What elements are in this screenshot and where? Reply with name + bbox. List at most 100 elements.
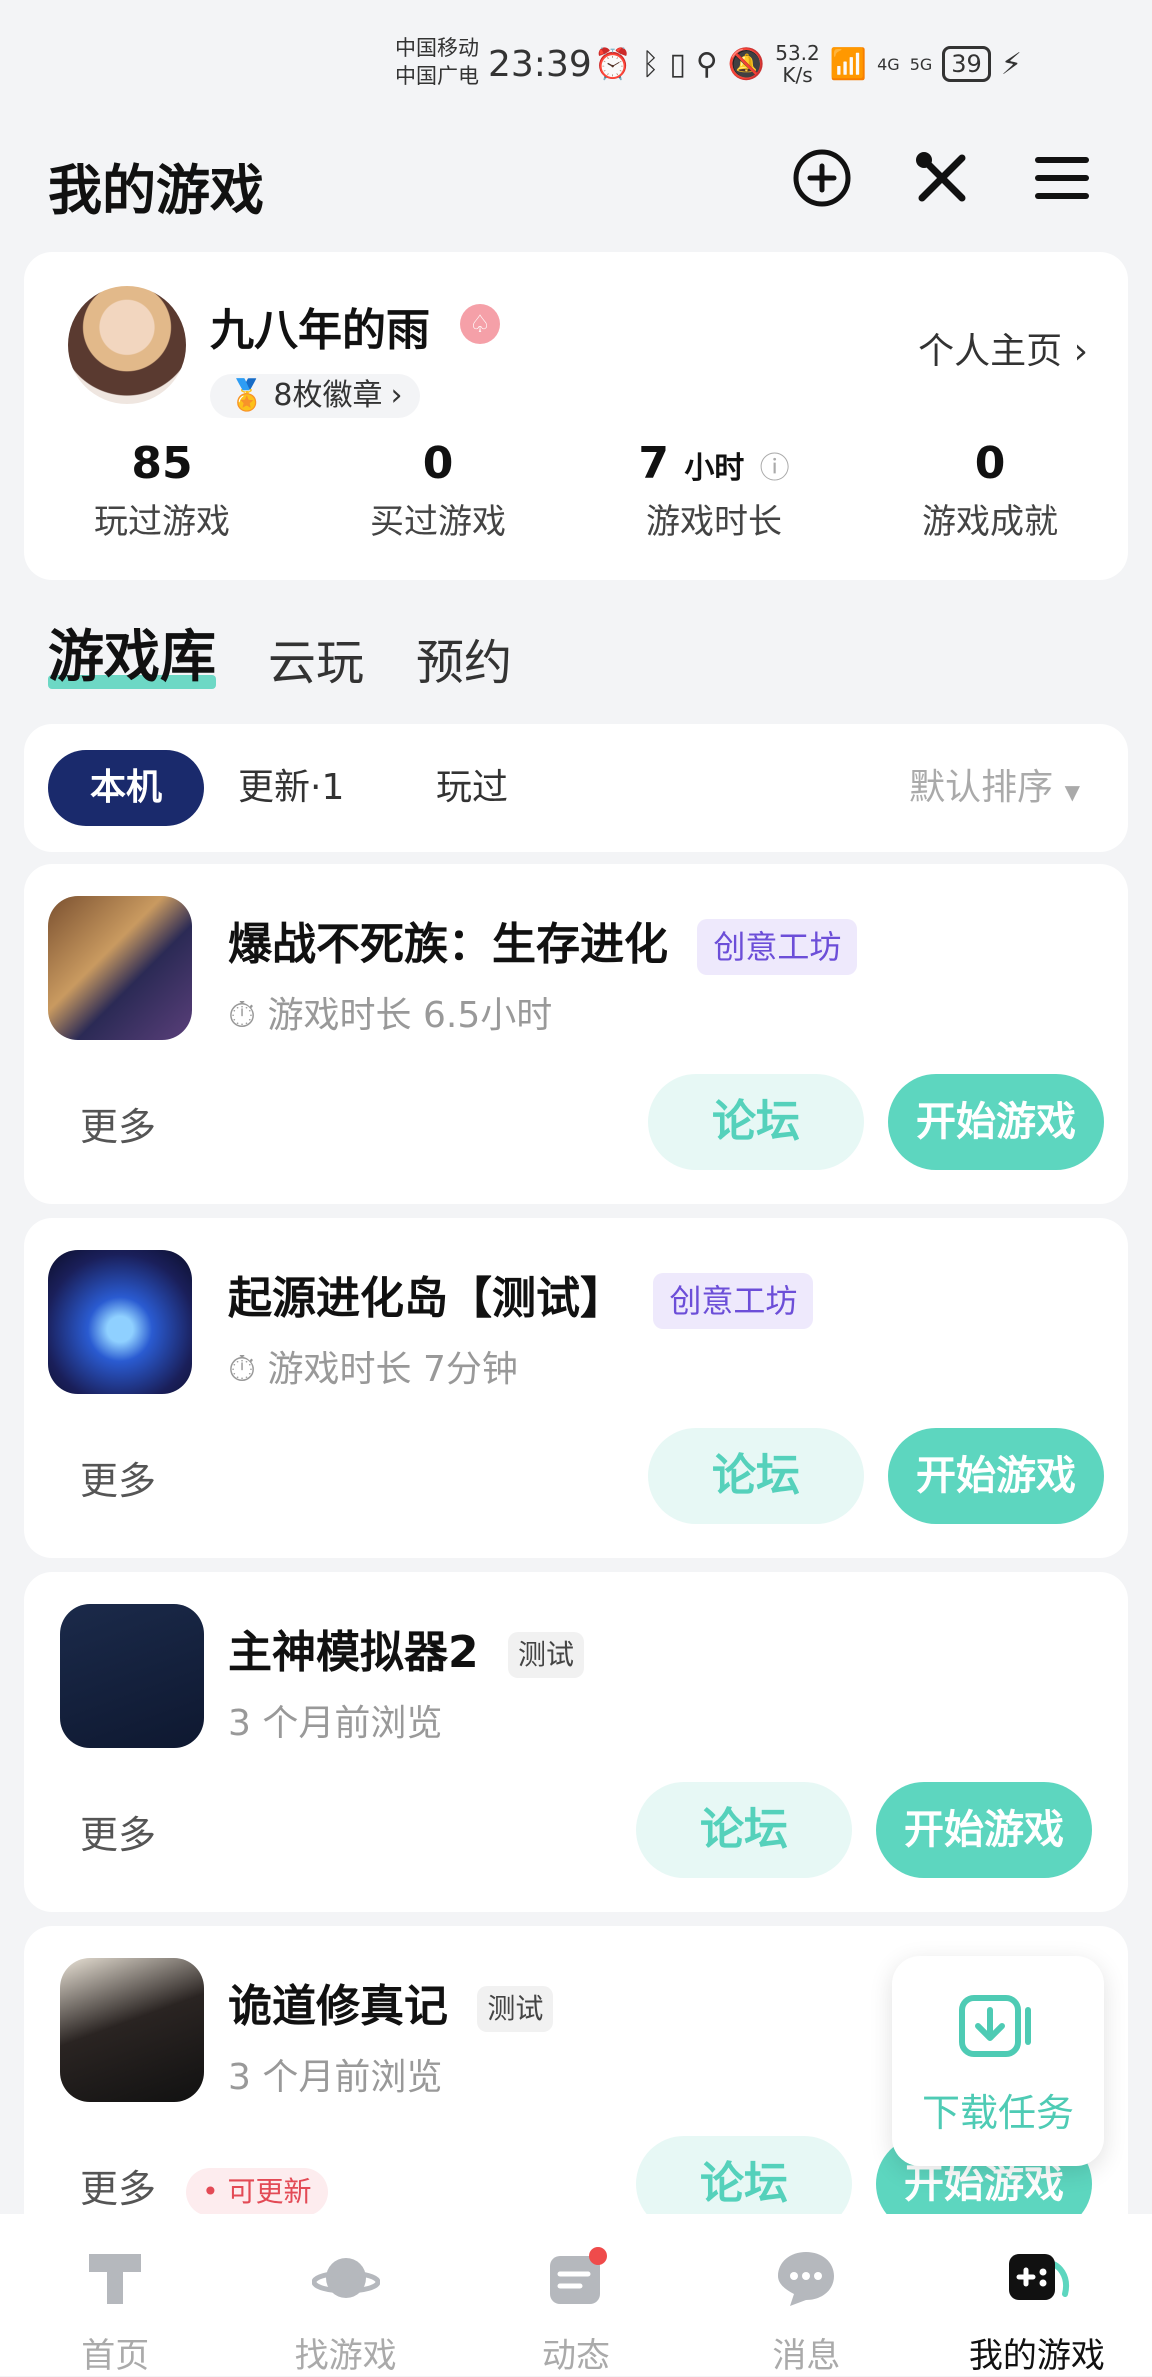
update-badge[interactable]: • 可更新: [186, 2167, 328, 2216]
start-game-button[interactable]: 开始游戏: [888, 1074, 1104, 1170]
more-button[interactable]: 更多: [80, 1450, 156, 1505]
location-icon: ⚲: [695, 46, 718, 82]
stat-label: 玩过游戏: [94, 502, 230, 542]
charging-icon: ⚡: [1000, 46, 1022, 82]
nav-label: 动态: [542, 2336, 611, 2376]
stat-bought[interactable]: 0 买过游戏: [300, 438, 576, 543]
game-meta: 游戏时长 6.5小时: [267, 995, 553, 1036]
stat-achievements[interactable]: 0 游戏成就: [852, 438, 1128, 543]
game-tag: 创意工坊: [697, 919, 858, 975]
nav-label: 找游戏: [294, 2336, 397, 2376]
carrier-1: 中国移动: [395, 36, 479, 60]
vibrate-icon: ▯: [669, 46, 686, 82]
nav-label: 首页: [81, 2336, 150, 2376]
game-tag: 创意工坊: [653, 1273, 814, 1329]
carrier-info: 中国移动 中国广电: [395, 34, 479, 90]
nav-feed[interactable]: 动态: [461, 2214, 691, 2376]
stat-value: 7: [638, 438, 669, 489]
game-name: 主神模拟器2: [228, 1627, 479, 1678]
badges-button[interactable]: 🏅 8枚徽章 ›: [210, 374, 421, 418]
stats-row: 85 玩过游戏 0 买过游戏 7 小时 ⓘ 游戏时长 0 游戏成就: [24, 438, 1128, 543]
game-card[interactable]: 爆战不死族：生存进化 创意工坊 ⏱ 游戏时长 6.5小时 更多 论坛 开始游戏: [24, 864, 1128, 1204]
nav-find-games[interactable]: 找游戏: [230, 2214, 460, 2376]
tab-game-library[interactable]: 游戏库: [48, 612, 216, 693]
wifi-icon: 📶: [829, 46, 868, 82]
game-meta: 3 个月前浏览: [228, 1703, 443, 1744]
tools-icon[interactable]: [910, 146, 974, 210]
battery-icon: 39: [942, 46, 991, 82]
status-icons: ⏰ ᛒ ▯ ⚲ 🔕 53.2 K/s 📶 4G 5G 39 ⚡: [594, 42, 1022, 86]
homepage-link[interactable]: 个人主页 ›: [918, 322, 1088, 374]
avatar[interactable]: [68, 286, 186, 404]
download-task-button[interactable]: 下载任务: [892, 1956, 1104, 2166]
more-button[interactable]: 更多: [80, 1096, 156, 1151]
tab-cloud-play[interactable]: 云玩: [268, 623, 364, 693]
game-name: 诡道修真记: [228, 1981, 448, 2032]
mute-icon: 🔕: [727, 46, 766, 82]
library-tabs: 游戏库 云玩 预约: [48, 612, 512, 693]
nav-my-games[interactable]: 我的游戏: [922, 2214, 1152, 2376]
start-game-button[interactable]: 开始游戏: [876, 1782, 1092, 1878]
sort-dropdown[interactable]: 默认排序 ▼: [909, 750, 1080, 830]
user-nickname: 九八年的雨: [210, 305, 430, 356]
forum-button[interactable]: 论坛: [636, 1782, 852, 1878]
feed-icon: [550, 2247, 608, 2304]
more-button[interactable]: 更多: [80, 2167, 156, 2211]
page-title: 我的游戏: [48, 159, 264, 222]
game-meta: 游戏时长 7分钟: [267, 1349, 518, 1390]
menu-icon[interactable]: [1030, 146, 1094, 210]
game-name: 爆战不死族：生存进化: [228, 919, 668, 970]
sort-label: 默认排序: [909, 767, 1054, 808]
game-icon[interactable]: [60, 1604, 204, 1748]
game-name-row: 主神模拟器2 测试: [228, 1616, 584, 1680]
stat-playtime[interactable]: 7 小时 ⓘ 游戏时长: [576, 438, 852, 543]
stat-label: 游戏时长: [646, 502, 782, 542]
stat-unit: 小时: [684, 451, 745, 486]
stat-value: 0: [974, 438, 1006, 489]
game-meta-row: ⏱ 游戏时长 6.5小时: [228, 986, 552, 1038]
filter-bar: 本机 更新·1 玩过 默认排序 ▼: [24, 724, 1128, 852]
stat-played[interactable]: 85 玩过游戏: [24, 438, 300, 543]
game-name-row: 诡道修真记 测试: [228, 1970, 554, 2034]
game-tag: 测试: [507, 1632, 584, 1678]
game-card[interactable]: 起源进化岛【测试】 创意工坊 ⏱ 游戏时长 7分钟 更多 论坛 开始游戏: [24, 1218, 1128, 1558]
add-circle-icon[interactable]: [790, 146, 854, 210]
clock: 23:39: [488, 44, 592, 85]
badges-label: 8枚徽章: [273, 378, 383, 413]
filter-chip-updates[interactable]: 更新·1: [238, 750, 344, 826]
speed-value: 53.2: [775, 41, 820, 65]
medal-icon: 🏅: [228, 378, 266, 413]
game-card[interactable]: 主神模拟器2 测试 3 个月前浏览 更多 论坛 开始游戏: [24, 1572, 1128, 1912]
forum-button[interactable]: 论坛: [648, 1428, 864, 1524]
info-icon[interactable]: ⓘ: [760, 451, 790, 486]
game-meta-row: ⏱ 游戏时长 7分钟: [228, 1340, 518, 1392]
stat-label: 游戏成就: [922, 502, 1058, 542]
network-type-1: 4G: [877, 54, 900, 74]
game-icon[interactable]: [48, 1250, 192, 1394]
chevron-right-icon: ›: [390, 378, 403, 413]
filter-chip-local[interactable]: 本机: [48, 750, 204, 826]
nav-home[interactable]: 首页: [0, 2214, 230, 2376]
alarm-icon: ⏰: [594, 46, 632, 82]
speed-unit: K/s: [782, 63, 813, 87]
planet-icon: [311, 2258, 380, 2298]
nav-label: 消息: [772, 2336, 841, 2376]
nav-messages[interactable]: 消息: [691, 2214, 921, 2376]
stat-value: 85: [131, 438, 193, 489]
home-icon: [89, 2254, 142, 2304]
stopwatch-icon: ⏱: [228, 995, 268, 1036]
game-meta: 3 个月前浏览: [228, 2057, 443, 2098]
nav-label: 我的游戏: [968, 2336, 1105, 2376]
gamepad-icon: [1008, 2254, 1069, 2300]
forum-button[interactable]: 论坛: [648, 1074, 864, 1170]
start-game-button[interactable]: 开始游戏: [888, 1428, 1104, 1524]
filter-chip-played[interactable]: 玩过: [436, 750, 508, 826]
tab-reservations[interactable]: 预约: [416, 623, 512, 693]
caret-down-icon: ▼: [1064, 780, 1080, 804]
update-label: 可更新: [227, 2174, 312, 2208]
chat-icon: [778, 2252, 835, 2306]
game-icon[interactable]: [60, 1958, 204, 2102]
game-icon[interactable]: [48, 896, 192, 1040]
profile-card: 九八年的雨 ♤ 🏅 8枚徽章 › 个人主页 › 85 玩过游戏 0 买过游戏 7…: [24, 252, 1128, 580]
more-button[interactable]: 更多: [80, 1804, 156, 1859]
